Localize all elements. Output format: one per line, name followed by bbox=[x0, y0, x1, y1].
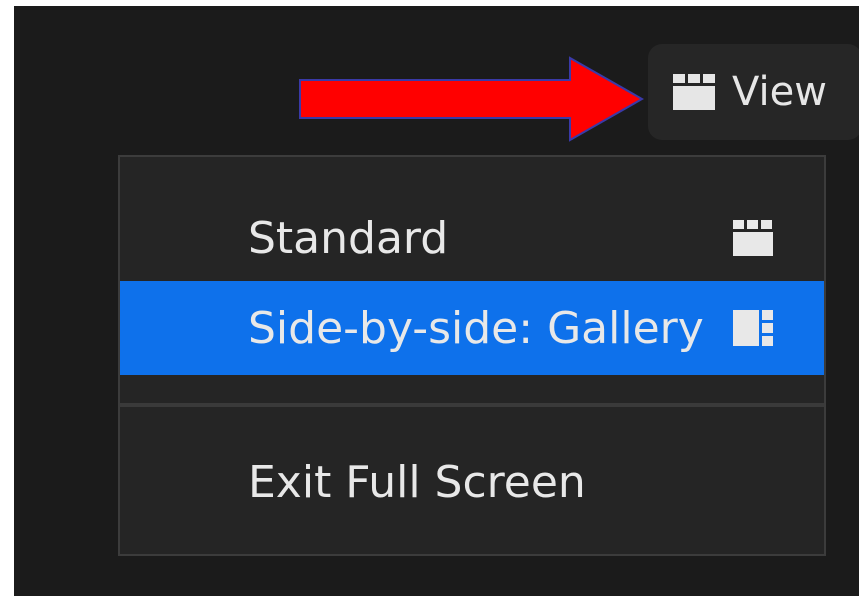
view-menu: Standard Side-by-side: Gallery Exit Full… bbox=[118, 155, 826, 556]
side-by-side-gallery-icon bbox=[732, 309, 774, 347]
menu-item-standard[interactable]: Standard bbox=[120, 191, 824, 285]
red-arrow-annotation bbox=[299, 56, 644, 142]
menu-item-label: Side-by-side: Gallery bbox=[248, 302, 704, 354]
view-button-label: View bbox=[732, 69, 827, 115]
app-window: View Standard Side-by-side: Gallery Exit… bbox=[14, 6, 859, 596]
menu-item-label: Standard bbox=[248, 212, 449, 264]
menu-divider bbox=[120, 403, 824, 407]
menu-item-label: Exit Full Screen bbox=[248, 456, 586, 508]
menu-item-side-by-side-gallery[interactable]: Side-by-side: Gallery bbox=[120, 281, 824, 375]
view-button[interactable]: View bbox=[648, 44, 859, 140]
grid-icon bbox=[672, 73, 716, 111]
grid-icon bbox=[732, 219, 774, 257]
menu-item-exit-full-screen[interactable]: Exit Full Screen bbox=[120, 435, 824, 529]
